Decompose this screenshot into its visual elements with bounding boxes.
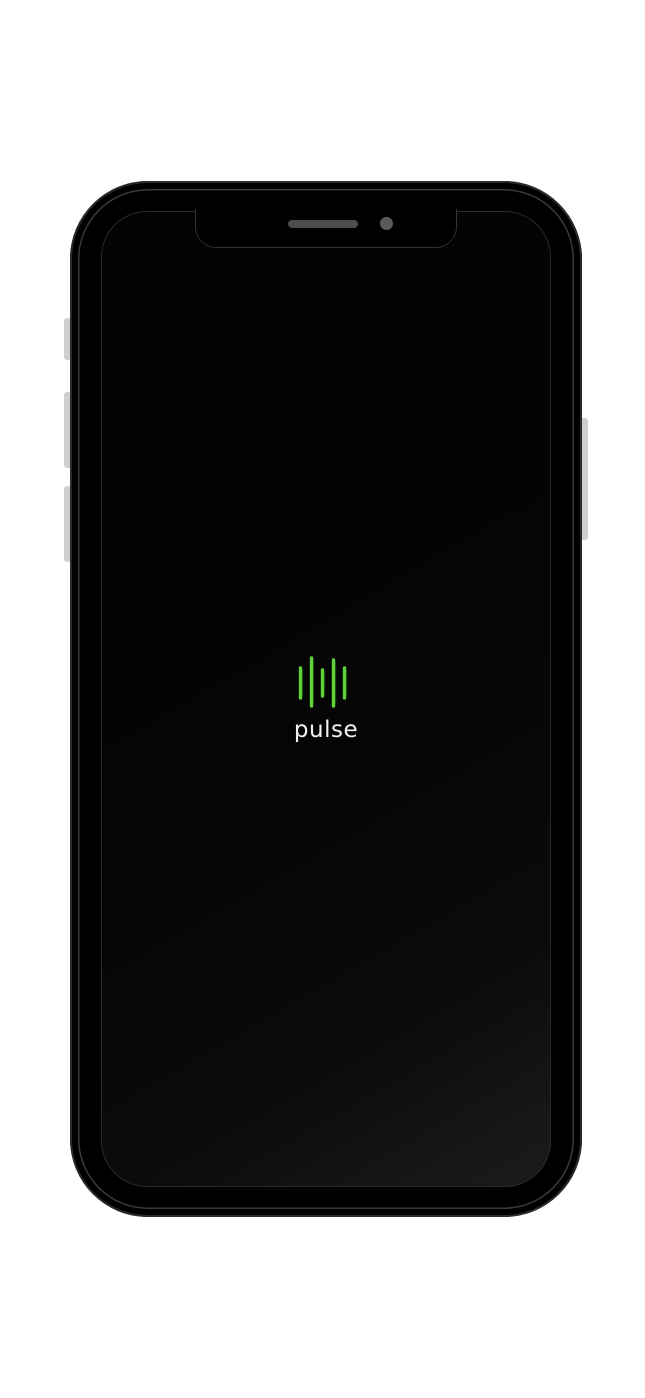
waveform-bars-icon xyxy=(298,656,348,708)
earpiece-speaker xyxy=(288,220,358,228)
front-camera xyxy=(380,217,393,230)
app-logo: pulse xyxy=(274,654,378,750)
device-mockup: pulse xyxy=(0,0,645,1398)
app-name: pulse xyxy=(293,717,359,743)
notch xyxy=(196,209,456,247)
